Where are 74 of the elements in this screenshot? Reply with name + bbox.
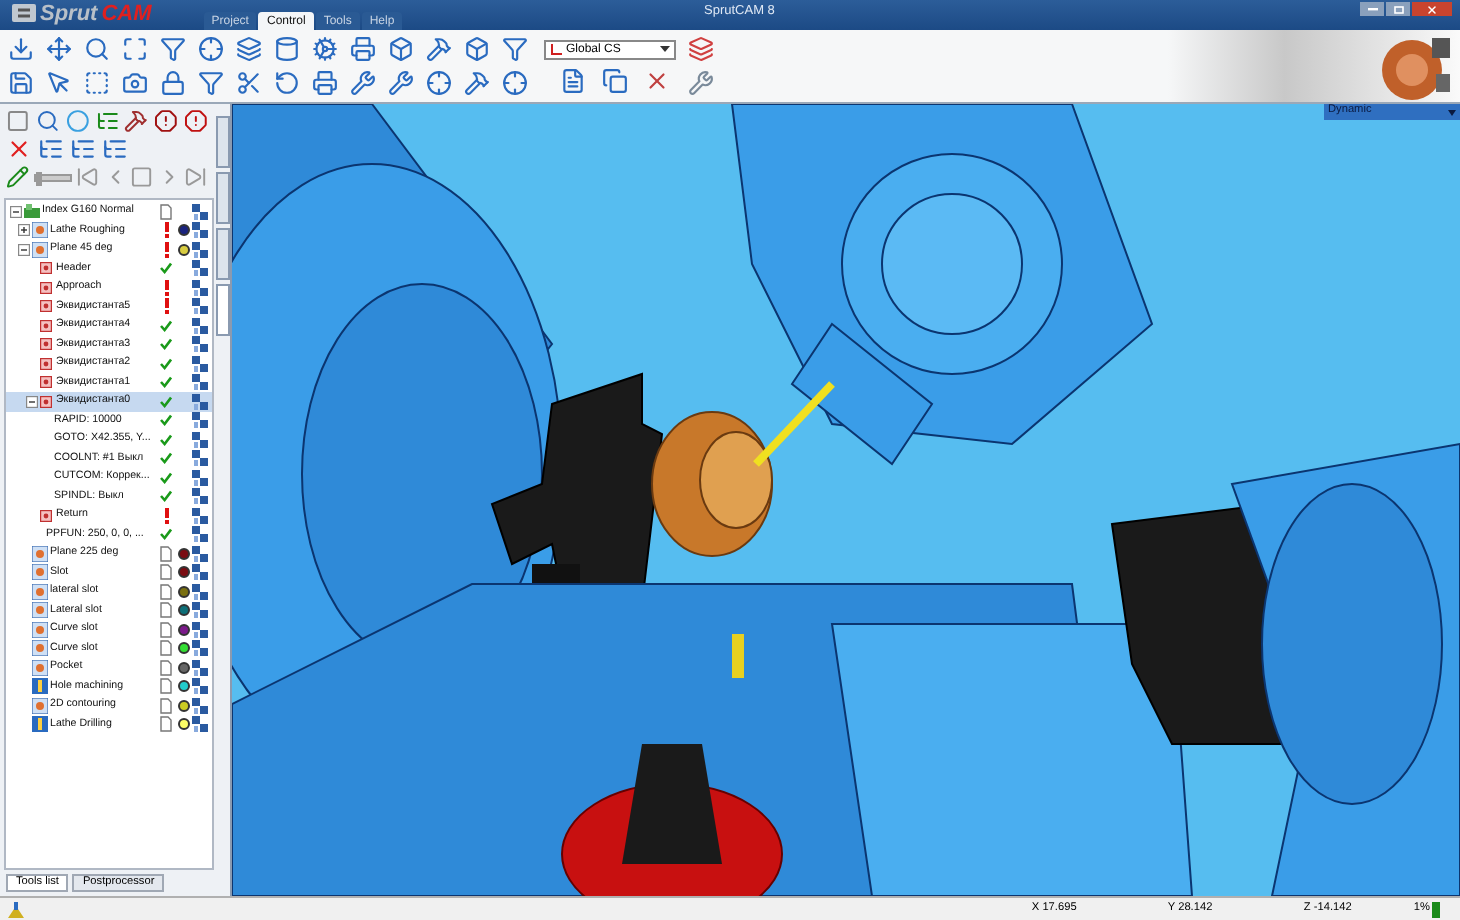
drill-icon [32,678,48,695]
sphere-icon[interactable] [65,108,90,134]
wrench-icon[interactable] [350,70,376,96]
delete-icon[interactable] [6,136,32,162]
step-icon [40,300,52,313]
list-icon[interactable] [102,136,128,162]
progress-icon [1432,901,1440,917]
box-icon[interactable] [388,36,414,62]
step-icon [40,376,52,389]
step-icon [40,395,52,408]
collapse-icon[interactable] [26,395,38,408]
alert-icon[interactable] [184,108,209,134]
minimize-icon [1367,7,1377,11]
maximize-icon [1393,5,1403,13]
drill-icon [32,716,48,733]
cylinder-icon[interactable] [274,36,300,62]
save-icon[interactable] [8,70,34,96]
box-icon[interactable] [464,36,490,62]
layers-icon[interactable] [236,36,262,62]
pointer-icon[interactable] [46,70,72,96]
zoom-icon[interactable] [35,108,60,134]
step-icon [40,357,52,370]
skip-back-icon[interactable] [76,164,100,190]
logo-text: Sprut [40,4,98,26]
collapse-icon[interactable] [18,243,30,256]
document-icon[interactable] [560,67,586,93]
download-icon[interactable] [8,36,34,62]
lock-icon[interactable] [160,70,186,96]
step-icon [40,262,52,275]
zoom-icon[interactable] [84,36,110,62]
crosshair-icon[interactable] [502,70,528,96]
close-button[interactable] [1412,2,1452,16]
wrench-icon[interactable] [688,70,714,96]
pan-icon[interactable] [46,36,72,62]
target-icon[interactable] [198,36,224,62]
logo-text: CAM [101,4,152,26]
simulation-slider-thumb[interactable] [35,171,42,185]
operation-icon [32,697,48,714]
rotate-icon[interactable] [274,70,300,96]
filter-icon[interactable] [502,36,528,62]
list-icon[interactable] [38,136,64,162]
list-icon[interactable] [70,136,96,162]
collapse-icon[interactable] [10,205,22,218]
camera-icon[interactable] [122,70,148,96]
close-icon [1426,3,1438,15]
fit-view-icon[interactable] [122,36,148,62]
pencil-icon[interactable] [6,164,30,190]
dropdown-caret-icon [1448,109,1456,115]
skip-forward-icon[interactable] [184,164,209,190]
filter-icon[interactable] [198,70,224,96]
step-icon [40,509,52,522]
wrench-icon[interactable] [388,70,414,96]
minimize-button[interactable] [1360,2,1384,16]
logo-mark-icon [12,4,36,26]
tool-icon[interactable] [124,108,149,134]
scissors-icon[interactable] [236,70,262,96]
tree-icon[interactable] [95,108,119,134]
select-icon[interactable] [84,70,110,96]
side-tab[interactable] [216,284,230,336]
gear-icon[interactable] [312,36,338,62]
gear-logo-drawing [1380,34,1452,102]
dropdown-caret-icon [660,46,670,52]
copy-icon[interactable] [602,67,628,93]
hammer-icon[interactable] [464,70,490,96]
step-icon [40,338,52,351]
hammer-icon[interactable] [426,36,452,62]
filter-icon[interactable] [160,36,186,62]
expand-icon[interactable] [18,224,30,237]
step-icon [40,319,52,332]
color-map-icon[interactable] [688,36,714,62]
frame-icon[interactable] [6,108,30,134]
stop-icon[interactable] [154,108,179,134]
delete-icon[interactable] [644,67,670,93]
step-icon [40,281,52,294]
